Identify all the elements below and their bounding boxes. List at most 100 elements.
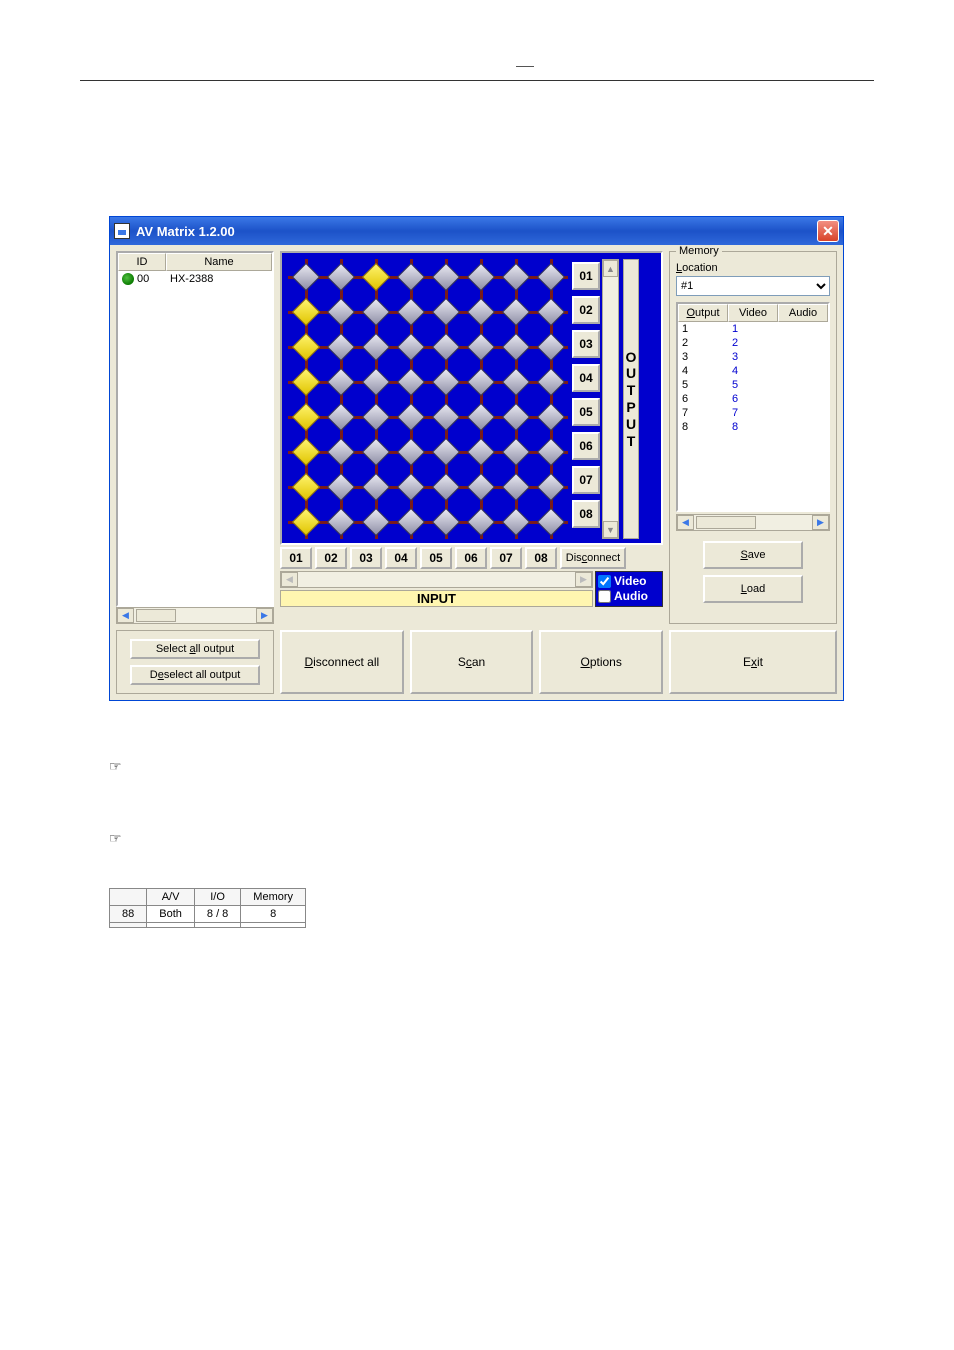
matrix-node[interactable] [288,329,323,364]
matrix-node[interactable] [498,399,533,434]
matrix-node[interactable] [323,329,358,364]
exit-button[interactable]: Exit [669,630,837,694]
output-label-button[interactable]: 03 [572,330,600,358]
matrix-node[interactable] [428,329,463,364]
matrix-node[interactable] [393,364,428,399]
matrix-node[interactable] [323,399,358,434]
matrix-node[interactable] [533,294,568,329]
matrix-node[interactable] [358,329,393,364]
chevron-left-icon[interactable]: ◀ [281,572,298,587]
matrix-node[interactable] [498,329,533,364]
matrix-node[interactable] [358,434,393,469]
save-button[interactable]: Save [703,541,803,569]
device-row[interactable]: 00HX-2388 [118,271,272,287]
input-label-button[interactable]: 02 [315,547,347,569]
disconnect-button[interactable]: Disconnect [560,547,626,569]
output-label-button[interactable]: 02 [572,296,600,324]
memory-header-output[interactable]: Output [678,304,728,322]
matrix-node[interactable] [463,329,498,364]
matrix-node[interactable] [533,329,568,364]
matrix-node[interactable] [428,259,463,294]
memory-row[interactable]: 33 [678,350,828,364]
matrix-hscroll[interactable]: ◀ ▶ [280,571,593,588]
matrix-node[interactable] [358,399,393,434]
device-header-name[interactable]: Name [166,253,272,271]
matrix-node[interactable] [463,434,498,469]
matrix-vscroll[interactable]: ▲ ▼ [602,259,619,539]
matrix-node[interactable] [323,364,358,399]
matrix-node[interactable] [498,364,533,399]
device-hscroll[interactable]: ◀ ▶ [116,607,274,624]
output-label-button[interactable]: 07 [572,466,600,494]
matrix-node[interactable] [393,294,428,329]
matrix-node[interactable] [498,294,533,329]
matrix-node[interactable] [533,259,568,294]
matrix-node[interactable] [533,469,568,504]
device-header-id[interactable]: ID [118,253,166,271]
memory-row[interactable]: 55 [678,378,828,392]
output-label-button[interactable]: 01 [572,262,600,290]
output-label-button[interactable]: 08 [572,500,600,528]
matrix-node[interactable] [358,259,393,294]
close-button[interactable]: ✕ [817,220,839,242]
matrix-node[interactable] [533,504,568,539]
chevron-down-icon[interactable]: ▼ [603,521,618,538]
matrix-node[interactable] [288,294,323,329]
matrix-node[interactable] [288,469,323,504]
memory-header-audio[interactable]: Audio [778,304,828,322]
deselect-all-output-button[interactable]: Deselect all output [130,665,260,685]
matrix-node[interactable] [288,364,323,399]
memory-row[interactable]: 22 [678,336,828,350]
matrix-node[interactable] [323,294,358,329]
video-checkbox[interactable]: Video [598,574,660,588]
scrollbar-thumb[interactable] [136,609,176,622]
scrollbar-track[interactable] [694,515,812,530]
matrix-node[interactable] [288,434,323,469]
matrix-node[interactable] [323,469,358,504]
matrix-node[interactable] [393,469,428,504]
matrix-node[interactable] [428,399,463,434]
memory-row[interactable]: 66 [678,392,828,406]
matrix-node[interactable] [358,504,393,539]
input-label-button[interactable]: 07 [490,547,522,569]
load-button[interactable]: Load [703,575,803,603]
output-label-button[interactable]: 05 [572,398,600,426]
chevron-right-icon[interactable]: ▶ [575,572,592,587]
matrix-node[interactable] [533,364,568,399]
select-all-output-button[interactable]: Select all output [130,639,260,659]
matrix-node[interactable] [463,399,498,434]
input-label-button[interactable]: 06 [455,547,487,569]
matrix-node[interactable] [323,434,358,469]
matrix-node[interactable] [393,259,428,294]
chevron-right-icon[interactable]: ▶ [256,608,273,623]
output-label-button[interactable]: 04 [572,364,600,392]
matrix-node[interactable] [393,399,428,434]
output-label-button[interactable]: 06 [572,432,600,460]
matrix-node[interactable] [428,469,463,504]
disconnect-all-button[interactable]: Disconnect all [280,630,404,694]
input-label-button[interactable]: 04 [385,547,417,569]
input-label-button[interactable]: 08 [525,547,557,569]
options-button[interactable]: Options [539,630,663,694]
matrix-node[interactable] [428,364,463,399]
matrix-node[interactable] [498,259,533,294]
chevron-left-icon[interactable]: ◀ [677,515,694,530]
matrix-node[interactable] [463,504,498,539]
matrix-node[interactable] [498,469,533,504]
matrix-node[interactable] [428,294,463,329]
input-label-button[interactable]: 05 [420,547,452,569]
matrix-node[interactable] [533,399,568,434]
matrix-node[interactable] [393,504,428,539]
scrollbar-thumb[interactable] [696,516,756,529]
vscroll-track[interactable] [603,277,618,521]
memory-hscroll[interactable]: ◀ ▶ [676,514,830,531]
location-select[interactable]: #1 [676,276,830,296]
scrollbar-track[interactable] [134,608,256,623]
chevron-up-icon[interactable]: ▲ [603,260,618,277]
memory-row[interactable]: 44 [678,364,828,378]
matrix-node[interactable] [288,259,323,294]
matrix-node[interactable] [393,434,428,469]
matrix-node[interactable] [428,504,463,539]
scan-button[interactable]: Scan [410,630,534,694]
memory-row[interactable]: 77 [678,406,828,420]
